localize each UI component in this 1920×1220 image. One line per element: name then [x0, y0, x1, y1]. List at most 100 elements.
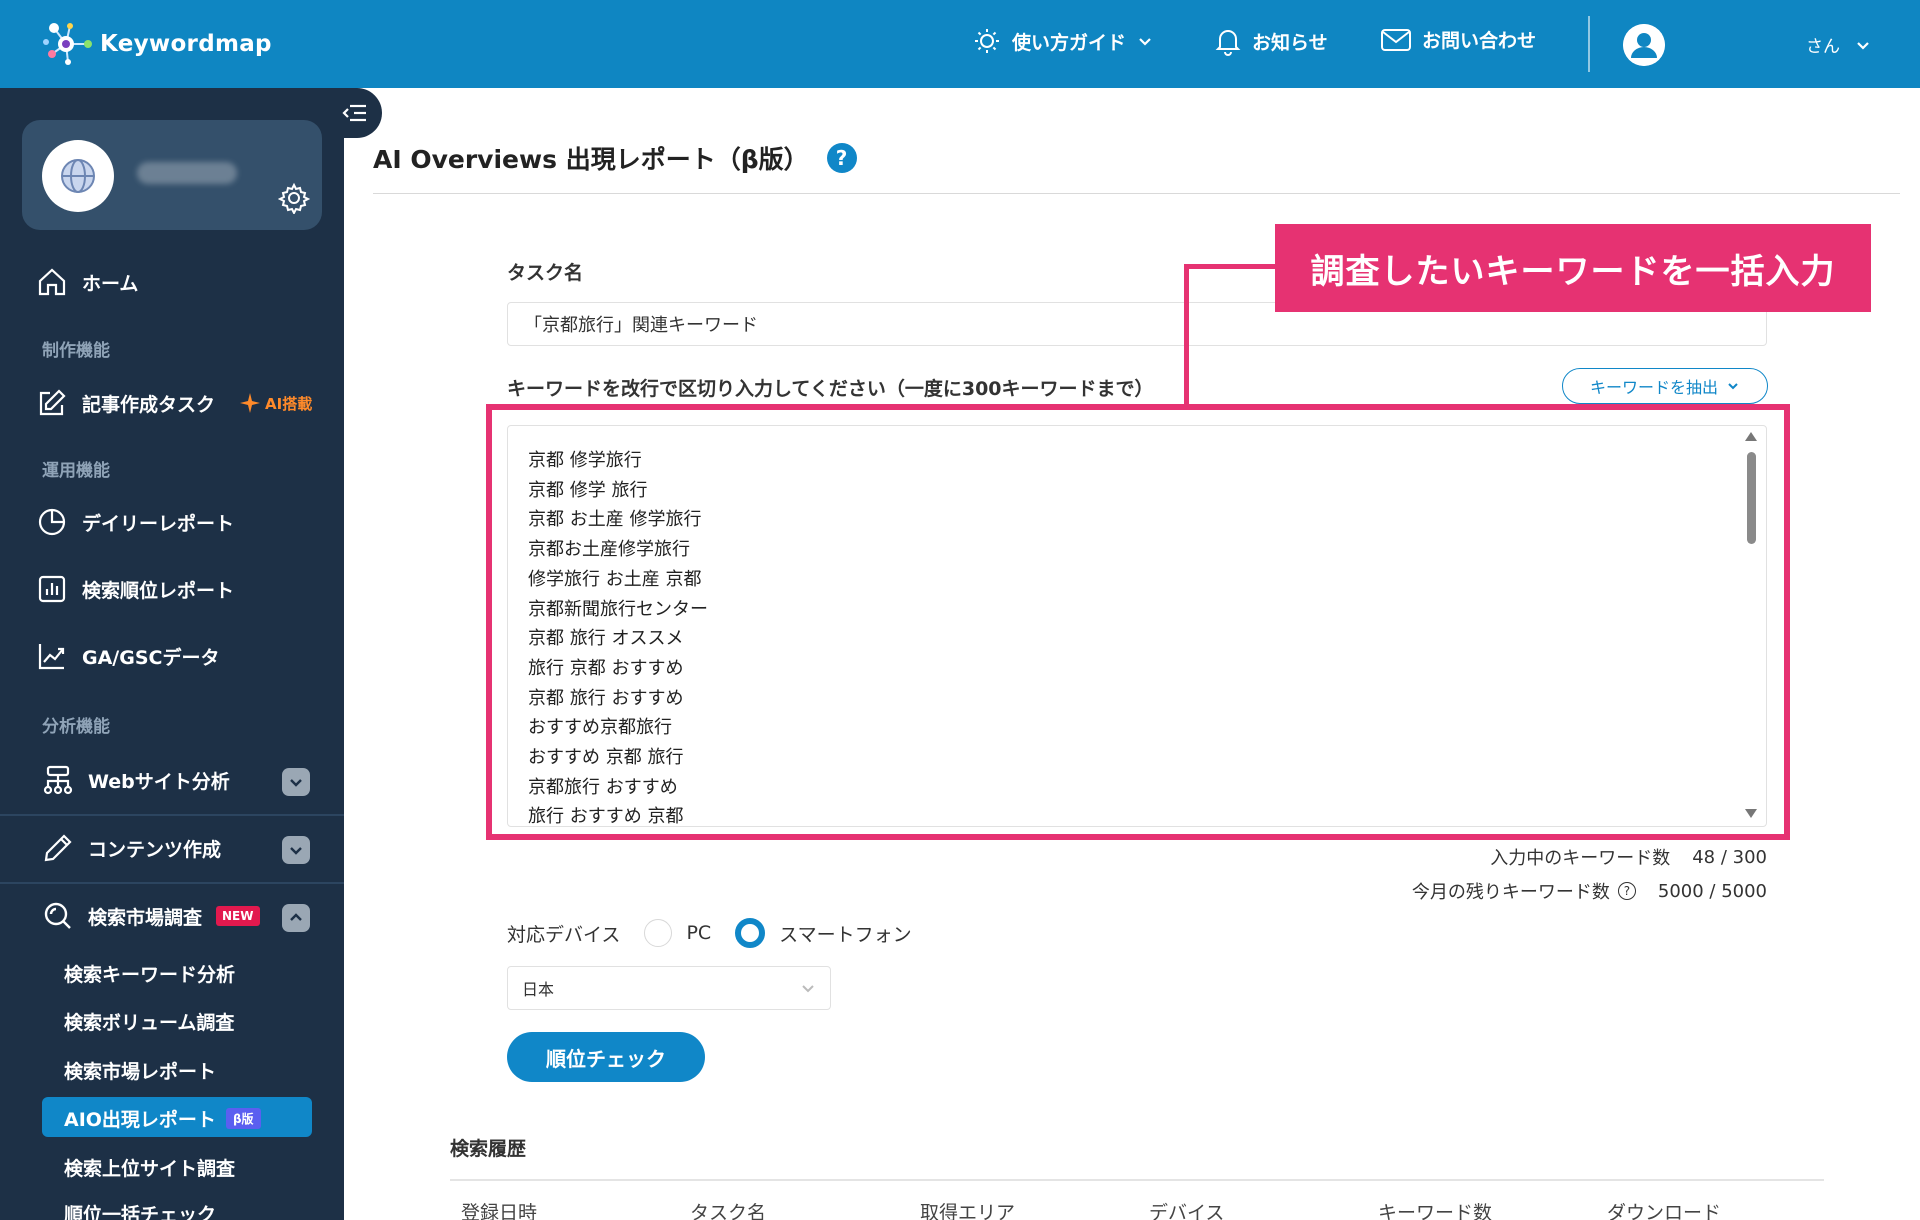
- sidebar-item-label: ホーム: [82, 272, 139, 295]
- top-header: Keywordmap 使い方ガイド お知らせ お問い合わせ さん: [0, 0, 1920, 88]
- sidebar-item-home[interactable]: ホーム: [36, 266, 138, 298]
- nav-contact[interactable]: お問い合わせ: [1380, 26, 1536, 53]
- profile-name-blurred: [137, 162, 237, 184]
- sparkle-icon: [240, 393, 261, 413]
- sidebar-item-ga-gsc[interactable]: GA/GSCデータ: [36, 640, 219, 672]
- beta-badge: β版: [225, 1108, 261, 1129]
- sidebar-sub-volume-research[interactable]: 検索ボリューム調査: [64, 1008, 234, 1035]
- help-icon[interactable]: ?: [826, 143, 857, 173]
- nav-guide-label: 使い方ガイド: [1012, 31, 1127, 54]
- history-col-download: ダウンロード: [1607, 1202, 1722, 1220]
- expand-website-analysis[interactable]: [282, 768, 310, 796]
- home-icon: [38, 268, 66, 296]
- pie-chart-icon: [38, 508, 66, 536]
- sidebar-collapse-button[interactable]: [326, 88, 382, 138]
- sidebar-divider: [0, 882, 344, 884]
- history-col-area: 取得エリア: [920, 1202, 1016, 1220]
- remaining-count: 今月の残りキーワード数 ? 5000 / 5000: [1412, 878, 1767, 904]
- history-col-task: タスク名: [690, 1202, 767, 1220]
- page-title-text: AI Overviews 出現レポート（β版）: [373, 145, 809, 174]
- sidebar-item-content-creation[interactable]: コンテンツ作成: [42, 832, 221, 864]
- logo-text: Keywordmap: [100, 31, 272, 57]
- sidebar: ホーム 制作機能 記事作成タスク AI搭載 運用機能 デイリーレポート 検索順位…: [0, 88, 344, 1220]
- collapse-market-research[interactable]: [282, 904, 310, 932]
- bar-chart-icon: [38, 575, 66, 603]
- edit-icon: [39, 389, 66, 416]
- device-selector: 対応デバイス PC スマートフォン: [507, 918, 912, 948]
- extract-keywords-label: キーワードを抽出: [1589, 378, 1718, 397]
- section-analysis: 分析機能: [42, 717, 110, 737]
- header-divider: [1588, 16, 1590, 72]
- profile-settings[interactable]: [277, 182, 311, 218]
- rank-check-button[interactable]: 順位チェック: [507, 1032, 705, 1082]
- sidebar-sub-market-report[interactable]: 検索市場レポート: [64, 1057, 216, 1084]
- sidebar-sub-aio-report[interactable]: AIO出現レポート β版: [64, 1105, 261, 1132]
- sidebar-item-rank-report[interactable]: 検索順位レポート: [36, 573, 234, 605]
- nav-contact-label: お問い合わせ: [1422, 30, 1537, 52]
- history-col-device: デバイス: [1149, 1202, 1225, 1220]
- sidebar-item-label: コンテンツ作成: [88, 838, 222, 861]
- sidebar-item-label: 記事作成タスク: [82, 393, 216, 416]
- sidebar-item-daily-report[interactable]: デイリーレポート: [36, 506, 234, 538]
- sidebar-item-market-research[interactable]: 検索市場調査 NEW: [42, 900, 260, 932]
- title-divider: [373, 193, 1900, 194]
- gear-icon: [277, 182, 311, 216]
- sidebar-item-label: 検索順位レポート: [82, 579, 235, 602]
- sidebar-sub-top-sites[interactable]: 検索上位サイト調査: [64, 1154, 235, 1181]
- history-divider: [450, 1179, 1824, 1181]
- nav-news-label: お知らせ: [1252, 31, 1328, 54]
- lightbulb-icon: [975, 29, 999, 53]
- globe-icon: [61, 159, 95, 193]
- sidebar-item-label: GA/GSCデータ: [82, 646, 220, 669]
- device-pc-label: PC: [686, 922, 712, 944]
- sidebar-sub-keyword-analysis[interactable]: 検索キーワード分析: [64, 960, 235, 987]
- remaining-count-label: 今月の残りキーワード数: [1411, 882, 1610, 903]
- history-col-date: 登録日時: [461, 1202, 538, 1220]
- menu-collapse-icon: [342, 104, 366, 122]
- chevron-down-icon: [802, 985, 814, 993]
- search-icon: [44, 902, 71, 929]
- bell-icon: [1215, 30, 1241, 56]
- device-radio-pc[interactable]: [644, 919, 673, 947]
- user-avatar[interactable]: [1623, 24, 1665, 66]
- help-icon[interactable]: ?: [1617, 882, 1636, 900]
- user-name: さん: [1806, 37, 1840, 57]
- sidebar-item-label: 検索市場調査: [88, 906, 203, 929]
- sidebar-item-article-task[interactable]: 記事作成タスク AI搭載: [36, 387, 312, 419]
- keyword-count: 入力中のキーワード数 48 / 300: [1490, 844, 1767, 870]
- ai-badge: AI搭載: [239, 392, 312, 414]
- country-select[interactable]: 日本: [507, 966, 831, 1010]
- nav-guide[interactable]: 使い方ガイド: [972, 26, 1154, 56]
- sidebar-divider: [0, 814, 344, 816]
- device-sp-label: スマートフォン: [779, 923, 912, 946]
- keywordmap-logo-icon: [43, 23, 92, 65]
- chevron-down-icon: [290, 847, 302, 855]
- chevron-down-icon: [290, 779, 302, 787]
- device-radio-smartphone[interactable]: [735, 918, 766, 948]
- annotation-highlight-frame: [486, 404, 1790, 840]
- nav-news[interactable]: お知らせ: [1214, 26, 1328, 56]
- sidebar-item-label: AIO出現レポート: [64, 1109, 216, 1131]
- logo[interactable]: Keywordmap: [40, 18, 272, 70]
- chevron-down-icon: [1139, 38, 1151, 46]
- mail-icon: [1381, 28, 1411, 51]
- extract-keywords-button[interactable]: キーワードを抽出: [1562, 368, 1768, 404]
- user-icon: [1623, 24, 1665, 66]
- sidebar-item-label: Webサイト分析: [88, 770, 230, 793]
- line-chart-icon: [38, 644, 65, 670]
- annotation-connector: [1184, 264, 1189, 406]
- expand-content-creation[interactable]: [282, 836, 310, 864]
- user-menu[interactable]: さん: [1806, 32, 1872, 57]
- task-name-label: タスク名: [507, 262, 584, 284]
- profile-card[interactable]: [22, 120, 322, 230]
- profile-avatar: [42, 140, 114, 212]
- sidebar-item-label: デイリーレポート: [82, 512, 235, 535]
- new-badge: NEW: [216, 906, 260, 926]
- section-operation: 運用機能: [42, 461, 110, 481]
- sidebar-sub-bulk-rank[interactable]: 順位一括チェック: [64, 1200, 216, 1220]
- sitemap-icon: [43, 765, 73, 795]
- chevron-down-icon: [1728, 383, 1738, 390]
- sidebar-item-website-analysis[interactable]: Webサイト分析: [42, 764, 230, 796]
- device-label: 対応デバイス: [507, 923, 621, 946]
- section-production: 制作機能: [42, 341, 110, 361]
